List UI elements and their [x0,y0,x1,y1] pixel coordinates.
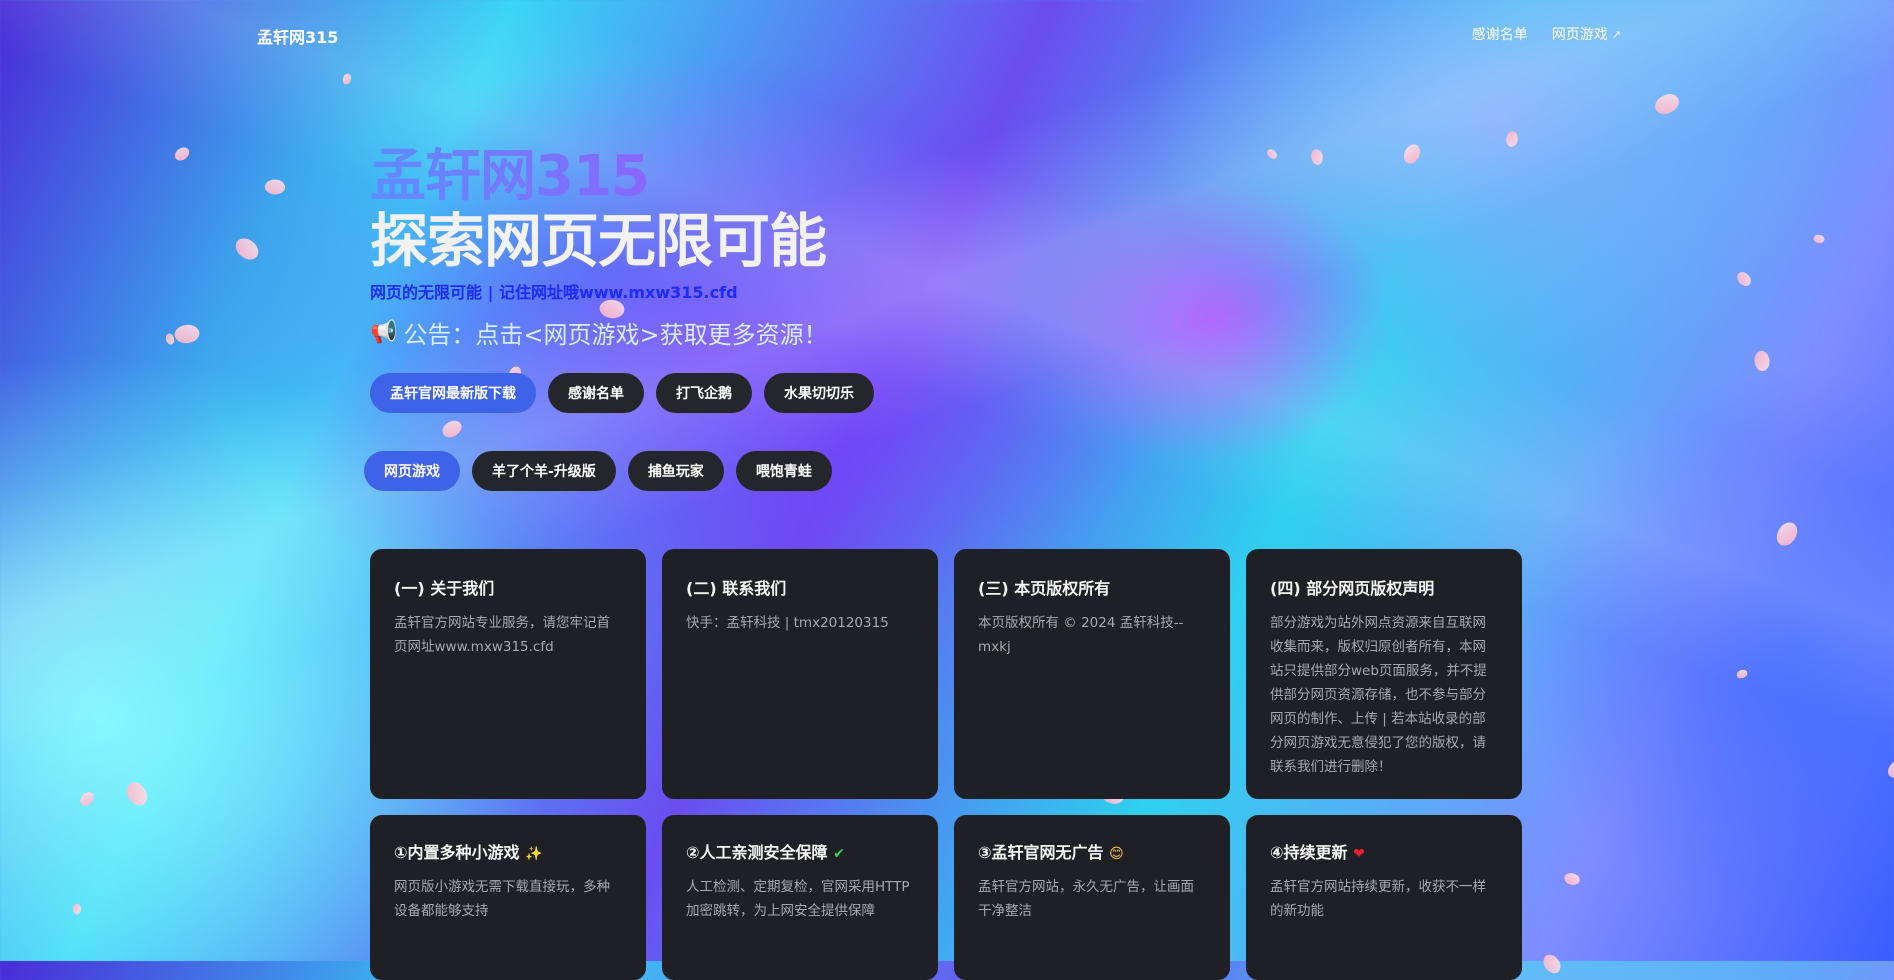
petal-decoration [1751,348,1773,374]
button-row-games: 网页游戏 羊了个羊-升级版 捕鱼玩家 喂饱青蛙 [364,451,832,491]
card-body: 快手：孟轩科技 | tmx20120315 [686,615,889,631]
fruit-slice-button[interactable]: 水果切切乐 [764,373,874,413]
button-row-primary: 孟轩官网最新版下载 感谢名单 打飞企鹅 水果切切乐 [370,373,874,413]
card-title: ④持续更新 ❤ [1270,839,1498,863]
petal-decoration [1651,88,1683,120]
petal-decoration [1539,951,1565,977]
petal-decoration [1774,519,1800,549]
card-copyright-statement: (四) 部分网页版权声明 部分游戏为站外网点资源来自互联网收集而来，版权归原创者… [1246,549,1522,799]
download-button[interactable]: 孟轩官网最新版下载 [370,373,536,413]
external-link-icon: ↗ [1611,27,1621,41]
checkmark-icon: ✔ [833,846,845,862]
card-no-ads: ③孟轩官网无广告 😊 孟轩官方网站，永久无广告，让画面干净整洁 [954,815,1230,980]
petal-decoration [1505,130,1519,148]
feed-frog-button[interactable]: 喂饱青蛙 [735,451,832,491]
petal-decoration [1885,756,1894,782]
card-body: 孟轩官方网站，永久无广告，让画面干净整洁 [978,879,1194,919]
petal-decoration [121,778,153,810]
card-title-text: ③孟轩官网无广告 [978,843,1104,862]
card-mini-games: ①内置多种小游戏 ✨ 网页版小游戏无需下载直接玩，多种设备都能够支持 [370,815,646,980]
card-body: 孟轩官方网站专业服务，请您牢记首页网址www.mxw315.cfd [394,615,610,655]
card-security: ②人工亲测安全保障 ✔ 人工检测、定期复检，官网采用HTTP加密跳转，为上网安全… [662,815,938,980]
nav-link-thanks[interactable]: 感谢名单 [1472,24,1528,44]
nav-links: 感谢名单 网页游戏 ↗ [1472,24,1621,44]
hero-title-brand: 孟轩网315 [370,145,1170,209]
card-title-text: ①内置多种小游戏 [394,843,520,862]
petal-decoration [263,176,287,198]
thanks-list-button[interactable]: 感谢名单 [548,373,644,413]
heart-icon: ❤ [1353,846,1365,862]
sheep-game-button[interactable]: 羊了个羊-升级版 [472,451,616,491]
top-nav: 孟轩网315 感谢名单 网页游戏 ↗ [0,0,1894,64]
brand-logo[interactable]: 孟轩网315 [257,24,338,48]
card-body: 网页版小游戏无需下载直接玩，多种设备都能够支持 [394,879,610,919]
nav-link-thanks-label: 感谢名单 [1471,27,1528,43]
sparkles-icon: ✨ [525,846,543,862]
card-copyright: (三) 本页版权所有 本页版权所有 © 2024 孟轩科技--mxkj [954,549,1230,799]
petal-decoration [232,235,262,263]
petal-decoration [1265,147,1279,161]
petal-decoration [71,902,83,916]
nav-link-web-games[interactable]: 网页游戏 ↗ [1552,24,1621,44]
megaphone-icon: 📢 [370,320,398,345]
card-title: ①内置多种小游戏 ✨ [394,839,622,863]
petal-decoration [439,416,465,442]
card-body: 部分游戏为站外网点资源来自互联网收集而来，版权归原创者所有，本网站只提供部分we… [1270,615,1487,775]
nav-link-web-games-label: 网页游戏 [1551,27,1608,43]
fishing-game-button[interactable]: 捕鱼玩家 [627,451,724,491]
hero-subtitle: 网页的无限可能 | 记住网址哦www.mxw315.cfd [370,283,738,302]
hero-section: 孟轩网315 探索网页无限可能 网页的无限可能 | 记住网址哦www.mxw31… [370,145,1170,350]
hero-title-slogan: 探索网页无限可能 [370,207,827,275]
card-title: ②人工亲测安全保障 ✔ [686,839,914,863]
petal-decoration [1402,142,1422,166]
petal-decoration [172,144,192,164]
petal-decoration [1734,269,1754,289]
petal-decoration [172,320,202,348]
petal-decoration [342,73,352,85]
info-card-grid: (一) 关于我们 孟轩官方网站专业服务，请您牢记首页网址www.mxw315.c… [370,549,1522,980]
hit-penguin-button[interactable]: 打飞企鹅 [656,373,752,413]
petal-decoration [1735,667,1749,681]
card-about-us: (一) 关于我们 孟轩官方网站专业服务，请您牢记首页网址www.mxw315.c… [370,549,646,799]
card-title-text: ②人工亲测安全保障 [686,843,828,862]
petal-decoration [1308,147,1326,167]
card-title: (一) 关于我们 [394,579,495,598]
petal-decoration [1564,872,1580,886]
card-title-text: ④持续更新 [1270,843,1348,862]
web-games-button[interactable]: 网页游戏 [364,451,460,491]
card-body: 本页版权所有 © 2024 孟轩科技--mxkj [978,615,1184,655]
announcement-text: 公告：点击<网页游戏>获取更多资源！ [403,321,828,349]
petal-decoration [1813,234,1825,244]
card-title: (三) 本页版权所有 [978,579,1111,598]
petal-decoration [78,789,96,809]
card-title: (四) 部分网页版权声明 [1270,579,1435,598]
card-title: ③孟轩官网无广告 😊 [978,839,1206,863]
card-updates: ④持续更新 ❤ 孟轩官方网站持续更新，收获不一样的新功能 [1246,815,1522,980]
card-title: (二) 联系我们 [686,579,787,598]
card-body: 人工检测、定期复检，官网采用HTTP加密跳转，为上网安全提供保障 [686,879,910,919]
card-contact-us: (二) 联系我们 快手：孟轩科技 | tmx20120315 [662,549,938,799]
smile-icon: 😊 [1109,846,1124,862]
announcement: 📢 公告：点击<网页游戏>获取更多资源！ [370,315,1170,350]
card-body: 孟轩官方网站持续更新，收获不一样的新功能 [1270,879,1486,919]
